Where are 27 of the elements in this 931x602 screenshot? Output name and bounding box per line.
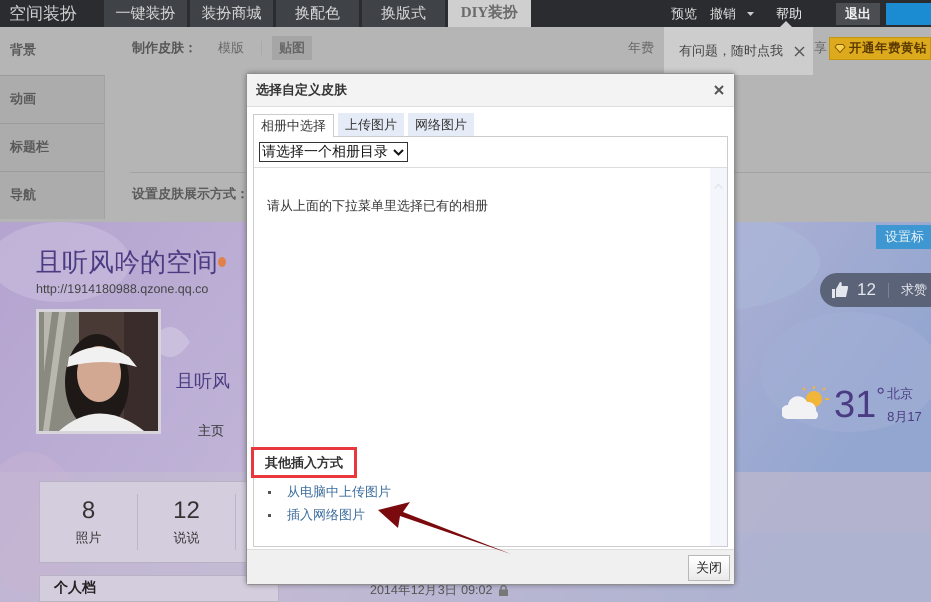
skin-label: 制作皮肤： (132, 39, 197, 57)
app-logo: 空间装扮 (8, 3, 78, 25)
toolbar-link[interactable]: 撤销 (710, 4, 736, 22)
nav-tab[interactable]: 装扮商城 (190, 0, 273, 27)
vip-button[interactable]: 开通年费黄钻 (829, 36, 931, 60)
close-icon[interactable] (794, 46, 805, 56)
fee-text: 年费 (628, 39, 654, 57)
privilege-text: 享 (814, 39, 827, 57)
dialog-tab[interactable]: 网络图片 (408, 113, 474, 136)
dialog-tab[interactable]: 上传图片 (338, 113, 404, 136)
nav-tab[interactable]: 换版式 (362, 0, 445, 27)
help-link[interactable]: 帮助 (776, 4, 802, 22)
dialog-tab[interactable]: 相册中选择 (253, 114, 334, 137)
help-tip-text: 有问题，随时点我 (679, 42, 783, 60)
caret-icon (393, 148, 404, 156)
toolbar-link[interactable]: 预览 (671, 4, 697, 22)
logout-button[interactable]: 退出 (836, 2, 880, 24)
close-icon[interactable] (714, 85, 724, 95)
dialog-title: 选择自定义皮肤 (256, 81, 347, 99)
display-mode-label: 设置皮肤展示方式： (132, 185, 249, 203)
album-select[interactable]: 请选择一个相册目录 (259, 142, 408, 162)
diamond-icon (834, 44, 846, 52)
nav-tab[interactable]: 一键装扮 (104, 0, 187, 27)
caret-icon[interactable] (747, 12, 754, 16)
empty-message: 请从上面的下拉菜单里选择已有的相册 (267, 197, 489, 215)
nav-tab[interactable]: 换配色 (276, 0, 359, 27)
save-button[interactable] (886, 2, 931, 24)
